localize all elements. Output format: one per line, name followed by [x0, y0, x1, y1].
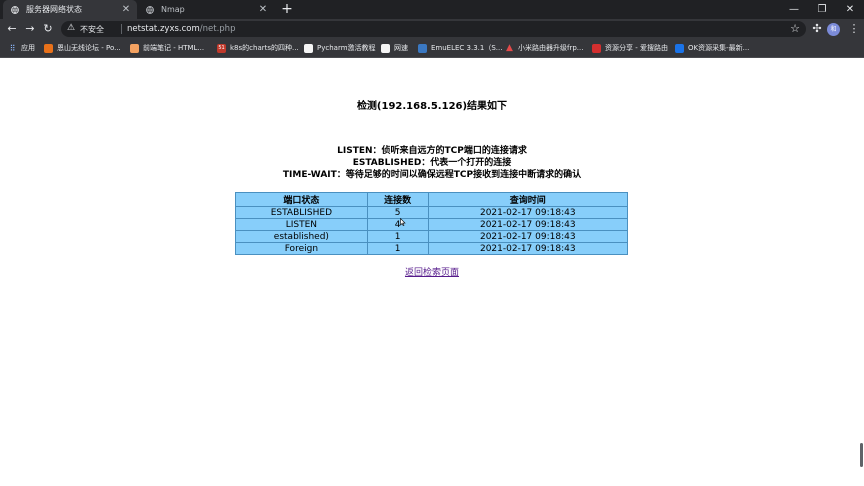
page-icon — [304, 43, 313, 53]
bookmark-label: Pycharm激活教程 — [317, 44, 376, 52]
table-row: Foreign 1 2021-02-17 09:18:43 — [235, 242, 629, 255]
minimize-button[interactable]: — — [780, 0, 808, 19]
column-header-time: 查询时间 — [427, 192, 629, 207]
legend-time-wait: TIME-WAIT：等待足够的时间以确保远程TCP接收到连接中断请求的确认 — [282, 170, 582, 180]
bookmark-item[interactable]: ▲ 小米路由器升级frp... — [505, 42, 583, 54]
apps-grid-icon: ⠿ — [9, 43, 16, 53]
close-window-button[interactable]: ✕ — [836, 0, 864, 19]
bookmark-label: OK资源采集-最新... — [688, 44, 750, 52]
avatar[interactable]: 和 — [827, 23, 840, 36]
page-icon — [381, 43, 390, 53]
warning-icon: ⚠ — [67, 23, 76, 33]
triangle-logo-icon: ▲ — [506, 42, 513, 53]
reload-icon: ↻ — [43, 22, 53, 35]
site-favicon-icon — [592, 43, 601, 53]
bookmark-item[interactable]: Pycharm激活教程 — [304, 42, 376, 54]
mouse-cursor-icon — [400, 211, 406, 226]
bookmark-label: 资源分享 - 爱搜路由 — [605, 44, 668, 52]
new-tab-button[interactable]: + — [279, 1, 295, 17]
bookmark-item[interactable]: 51 k8s的charts的四种... — [217, 42, 299, 54]
cell-state: ESTABLISHED — [235, 206, 368, 219]
table-row: LISTEN 4 2021-02-17 09:18:43 — [235, 218, 629, 231]
page-title: 检测(192.168.5.126)结果如下 — [356, 101, 508, 112]
url-host: netstat.zyxs.com — [127, 24, 200, 34]
cell-time: 2021-02-17 09:18:43 — [427, 230, 629, 243]
bookmark-item[interactable]: 前端笔记 - HTML... — [130, 42, 204, 54]
bookmark-item[interactable]: 资源分享 - 爱搜路由 — [592, 42, 668, 54]
table-header-row: 端口状态 连接数 查询时间 — [235, 192, 629, 207]
menu-kebab-icon[interactable]: ⋮ — [846, 21, 862, 37]
bookmark-item[interactable]: OK资源采集-最新... — [675, 42, 749, 54]
close-icon: ✕ — [845, 4, 855, 15]
legend-established: ESTABLISHED：代表一个打开的连接 — [352, 158, 512, 168]
bookmark-star-icon[interactable]: ☆ — [790, 22, 800, 35]
cell-time: 2021-02-17 09:18:43 — [427, 206, 629, 219]
column-header-state: 端口状态 — [235, 192, 368, 207]
cell-count: 5 — [366, 206, 429, 219]
cell-time: 2021-02-17 09:18:43 — [427, 242, 629, 255]
address-bar[interactable]: ⚠ 不安全 netstat.zyxs.com/net.php ☆ — [61, 21, 806, 37]
back-button[interactable]: ← — [4, 21, 20, 37]
cell-count: 4 — [366, 218, 429, 231]
site-favicon-icon — [130, 43, 139, 53]
security-label[interactable]: 不安全 — [80, 24, 104, 35]
bookmark-item[interactable]: 网速 — [381, 42, 408, 54]
forward-button[interactable]: → — [22, 21, 38, 37]
bookmark-label: EmuELEC 3.3.1（S... — [431, 44, 503, 52]
site-favicon-icon: 51 — [217, 43, 226, 53]
cell-count: 1 — [366, 242, 429, 255]
globe-icon — [146, 5, 154, 14]
bookmark-label: 应用 — [21, 44, 35, 52]
maximize-icon: ❐ — [817, 4, 827, 15]
minimize-icon: — — [789, 4, 799, 15]
column-header-count: 连接数 — [366, 192, 429, 207]
bookmark-label: 恩山无线论坛 - Po... — [57, 44, 121, 52]
bookmarks-bar: ⠿ 应用 恩山无线论坛 - Po... 前端笔记 - HTML... 51 k8… — [0, 39, 864, 58]
url-path: /net.php — [199, 24, 236, 34]
state-legend: LISTEN：侦听来自远方的TCP端口的连接请求 ESTABLISHED：代表一… — [0, 145, 864, 181]
arrow-left-icon: ← — [7, 22, 17, 35]
cell-state: Foreign — [235, 242, 368, 255]
maximize-button[interactable]: ❐ — [808, 0, 836, 19]
tab-nmap[interactable]: Nmap ✕ — [138, 0, 274, 19]
site-favicon-icon — [418, 43, 427, 53]
avatar-initial: 和 — [830, 26, 837, 33]
bookmark-label: k8s的charts的四种... — [230, 44, 299, 52]
connection-table: 端口状态 连接数 查询时间 ESTABLISHED 5 2021-02-17 0… — [235, 192, 629, 255]
reload-button[interactable]: ↻ — [40, 21, 56, 37]
bookmark-label: 前端笔记 - HTML... — [143, 44, 205, 52]
cell-state: LISTEN — [235, 218, 368, 231]
bookmark-label: 小米路由器升级frp... — [518, 44, 584, 52]
back-to-search-link[interactable]: 返回检索页面 — [0, 265, 864, 278]
bookmark-item[interactable]: 恩山无线论坛 - Po... — [44, 42, 121, 54]
site-favicon-icon — [44, 43, 53, 53]
tab-title: 服务器网络状态 — [26, 5, 82, 14]
cell-time: 2021-02-17 09:18:43 — [427, 218, 629, 231]
page-scrollbar[interactable] — [860, 443, 863, 467]
close-tab-icon[interactable]: ✕ — [258, 4, 268, 15]
site-favicon-icon — [675, 43, 684, 53]
tab-title: Nmap — [161, 5, 185, 14]
tab-server-status[interactable]: 服务器网络状态 ✕ — [3, 0, 137, 19]
url-text[interactable]: netstat.zyxs.com/net.php — [127, 24, 235, 34]
globe-icon — [11, 5, 19, 14]
table-row: ESTABLISHED 5 2021-02-17 09:18:43 — [235, 206, 629, 219]
bookmark-label: 网速 — [394, 44, 408, 52]
divider — [121, 24, 122, 34]
browser-toolbar: ← → ↻ ⚠ 不安全 netstat.zyxs.com/net.php ☆ ✣… — [0, 19, 864, 39]
bookmark-apps[interactable]: ⠿ 应用 — [8, 42, 35, 54]
table-row: established) 1 2021-02-17 09:18:43 — [235, 230, 629, 243]
legend-listen: LISTEN：侦听来自远方的TCP端口的连接请求 — [337, 146, 527, 156]
cell-state: established) — [235, 230, 368, 243]
extensions-puzzle-icon[interactable]: ✣ — [809, 21, 825, 37]
arrow-right-icon: → — [25, 22, 35, 35]
cell-count: 1 — [366, 230, 429, 243]
bookmark-item[interactable]: EmuELEC 3.3.1（S... — [418, 42, 502, 54]
close-tab-icon[interactable]: ✕ — [121, 4, 131, 15]
tab-strip: 服务器网络状态 ✕ Nmap ✕ + — ❐ ✕ — [0, 0, 864, 19]
